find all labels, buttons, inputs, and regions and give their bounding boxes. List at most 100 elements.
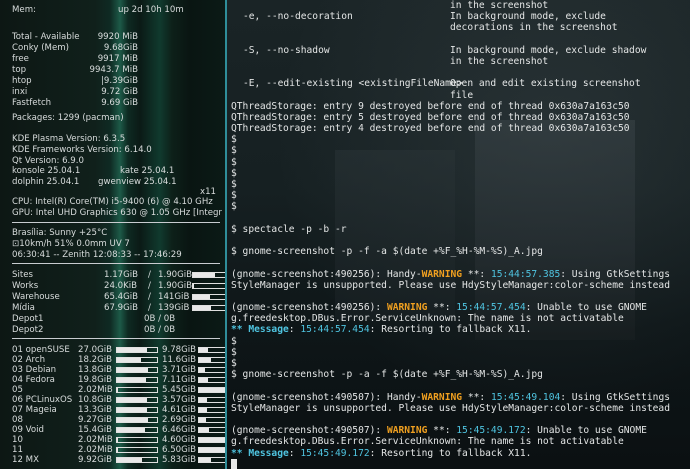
disk-used: 27.0GiB xyxy=(78,345,113,355)
output-line: g.freedesktop.DBus.Error.ServiceUnknown:… xyxy=(231,436,624,448)
output-line: StyleManager is unsupported. Please use … xyxy=(231,279,670,291)
storage-total: 139GiB xyxy=(158,303,190,313)
memory-value: 9943.7 MiB xyxy=(89,65,139,75)
disk-free: 4.61GiB xyxy=(162,405,197,415)
disk-row: 01 openSUSE 27.0GiB 9.78GiB xyxy=(12,345,225,355)
disk-name: 07 Mageia xyxy=(12,405,57,415)
memory-row: Fastfetch 9.69 GiB xyxy=(12,98,222,108)
warning-line: (gnome-screenshot:490507): Handy-WARNING… xyxy=(231,391,670,403)
disk-used-bar xyxy=(116,427,158,433)
storage-name: Warehouse xyxy=(12,292,60,302)
storage-total: 0B / 0B xyxy=(144,314,176,324)
disk-free-bar xyxy=(198,367,225,373)
memory-label: top xyxy=(12,65,27,75)
disk-free: 2.69GiB xyxy=(162,415,197,425)
storage-usage-bar xyxy=(192,283,225,289)
memory-value: 9.72 GiB xyxy=(101,87,138,97)
warning-line: (gnome-screenshot:490256): WARNING **: 1… xyxy=(231,302,647,314)
disk-name: 03 Debian xyxy=(12,365,57,375)
memory-row: htop |9.39GiB xyxy=(12,76,222,86)
disk-used: 9.92GiB xyxy=(78,455,113,465)
memory-value: 9920 MiB xyxy=(97,32,138,42)
disk-name: 09 Void xyxy=(12,425,44,435)
window-edge xyxy=(225,0,227,469)
disk-name: 01 openSUSE xyxy=(12,345,70,355)
text-cursor xyxy=(231,458,237,469)
disk-used: 13.3GiB xyxy=(78,405,113,415)
disk-free: 6.50GiB xyxy=(162,445,197,455)
memory-value: 9.69 GiB xyxy=(101,98,138,108)
qthread-warning: QThreadStorage: entry 4 destroyed before… xyxy=(231,123,630,135)
kde-frameworks-version: KDE Frameworks Version: 6.14.0 xyxy=(12,145,152,155)
uptime: up 2d 10h 10m xyxy=(118,5,184,15)
disk-free: 3.57GiB xyxy=(162,395,197,405)
memory-label: free xyxy=(12,54,29,64)
disk-used-bar xyxy=(116,457,158,463)
memory-value: 9.68GiB xyxy=(103,43,138,53)
storage-row: Works 24.0KiB/1.90GiB xyxy=(12,281,225,291)
disk-used-bar xyxy=(116,397,158,403)
disk-free-bar xyxy=(198,407,225,413)
prompt: $ xyxy=(231,145,237,157)
help-line: decorations in the screenshot xyxy=(450,22,618,34)
divider xyxy=(12,338,220,339)
disk-row: 07 Mageia 13.3GiB 4.61GiB xyxy=(12,405,225,415)
disk-free-bar xyxy=(198,427,225,433)
conky-panel: Mem: up 2d 10h 10m Total - Available 9920… xyxy=(0,0,225,469)
memory-label: Conky (Mem) xyxy=(12,43,69,53)
disk-free: 7.11GiB xyxy=(162,375,197,385)
disk-free: 6.46GiB xyxy=(162,425,197,435)
disk-free-bar xyxy=(198,447,225,453)
x11-label: x11 xyxy=(200,187,217,197)
disk-name: 05 xyxy=(12,385,23,395)
prompt: $ xyxy=(231,346,237,358)
disk-free: 4.60GiB xyxy=(162,435,197,445)
disk-row: 10 2.02MiB 4.60GiB xyxy=(12,435,225,445)
memory-label: htop xyxy=(12,76,32,86)
memory-row: Conky (Mem) 9.68GiB xyxy=(12,43,222,53)
storage-total: 1.90GiB xyxy=(158,270,193,280)
disk-row: 12 MX 9.92GiB 5.83GiB xyxy=(12,455,225,465)
disk-used: 15.4GiB xyxy=(78,425,113,435)
help-line: file xyxy=(450,89,474,101)
disk-free-bar xyxy=(198,347,225,353)
disk-used-bar xyxy=(116,377,158,383)
kde-plasma-version: KDE Plasma Version: 6.3.5 xyxy=(12,134,126,144)
message-line: ** Message: 15:45:49.172: Resorting to f… xyxy=(231,447,532,459)
disk-name: 11 xyxy=(12,445,23,455)
disk-free: 11.6GiB xyxy=(162,355,197,365)
weather-summary: Brasília: Sunny +25°C xyxy=(12,228,108,238)
storage-total: 1.90GiB xyxy=(158,281,193,291)
disk-used: 9.27GiB xyxy=(78,415,113,425)
storage-row: Depot1 0B / 0B xyxy=(12,314,222,324)
disk-free-bar xyxy=(198,357,225,363)
storage-row: Warehouse 65.4GiB/141GiB xyxy=(12,292,225,302)
disk-free: 9.78GiB xyxy=(162,345,197,355)
disk-free-bar xyxy=(198,387,225,393)
sun-times: 06:30:41 -- Zenith 12:08:33 -- 17:46:29 xyxy=(12,250,182,260)
warning-line: (gnome-screenshot:490507): WARNING **: 1… xyxy=(231,425,647,437)
divider xyxy=(12,263,220,264)
disk-row: 09 Void 15.4GiB 6.46GiB xyxy=(12,425,225,435)
help-line: in the screenshot xyxy=(450,55,549,67)
terminal-window[interactable]: in the screenshot -e, --no-decoration In … xyxy=(225,0,690,469)
memory-row: top 9943.7 MiB xyxy=(12,65,222,75)
qthread-warning: QThreadStorage: entry 9 destroyed before… xyxy=(231,100,630,112)
disk-free-bar xyxy=(198,377,225,383)
input-line[interactable] xyxy=(231,458,690,469)
prompt: $ xyxy=(231,335,237,347)
dolphin-version: dolphin 25.04.1 xyxy=(12,177,80,187)
disk-row: 06 PCLinuxOS 10.8GiB 3.57GiB xyxy=(12,395,225,405)
disk-row: 08 9.27GiB 2.69GiB xyxy=(12,415,225,425)
disk-name: 06 PCLinuxOS xyxy=(12,395,73,405)
help-line: in the screenshot xyxy=(450,0,549,11)
warning-line: (gnome-screenshot:490256): Handy-WARNING… xyxy=(231,268,670,280)
prompt: $ xyxy=(231,179,237,190)
disk-used: 10.8GiB xyxy=(78,395,113,405)
